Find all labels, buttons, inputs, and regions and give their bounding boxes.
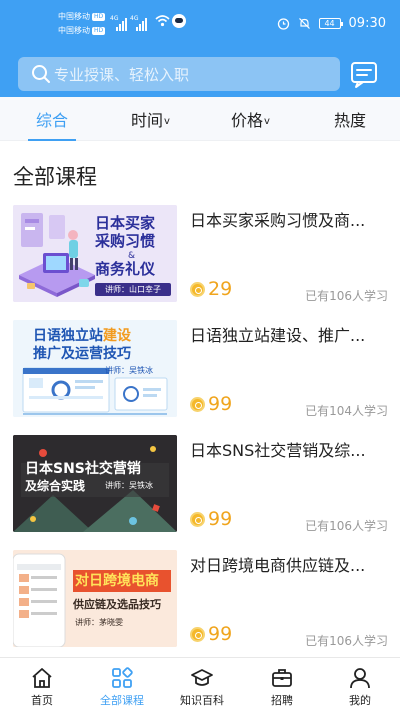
thumb-lecturer: 讲师：山口幸子 bbox=[95, 283, 171, 296]
tab-label: 我的 bbox=[349, 694, 371, 707]
learner-count: 已有104人学习 bbox=[305, 404, 388, 418]
filter-price[interactable]: 价格 v bbox=[231, 97, 270, 141]
search-placeholder: 专业授课、轻松入职 bbox=[54, 65, 190, 84]
course-item[interactable]: 日本SNS社交营销 及综合实践 讲师：吴铁冰 日本SNS社交营销及综... 99… bbox=[0, 435, 400, 547]
course-item[interactable]: 日语独立站建设 推广及运营技巧 讲师：吴铁冰 日语独立站建设、推广... 99 … bbox=[0, 320, 400, 432]
tab-all-courses[interactable]: 全部课程 bbox=[82, 658, 162, 711]
course-item[interactable]: 日本买家 采购习惯 & 商务礼仪 讲师：山口幸子 日本买家采购习惯及商... 2… bbox=[0, 205, 400, 317]
tab-label: 招聘 bbox=[271, 694, 293, 707]
filter-popularity[interactable]: 热度 bbox=[334, 97, 366, 141]
filter-comprehensive[interactable]: 综合 bbox=[36, 97, 68, 141]
graduation-cap-icon bbox=[191, 669, 213, 686]
tab-label: 全部课程 bbox=[100, 694, 144, 707]
thumb-lecturer: 讲师：茅晓雯 bbox=[75, 618, 123, 627]
course-title: 日本买家采购习惯及商... bbox=[190, 211, 366, 230]
learner-count: 已有106人学习 bbox=[305, 519, 388, 533]
course-title: 对日跨境电商供应链及... bbox=[190, 556, 366, 575]
coin-icon bbox=[190, 511, 205, 527]
thumb-text: 采购习惯 bbox=[95, 232, 156, 250]
coin-icon bbox=[190, 281, 205, 297]
search-icon bbox=[32, 65, 50, 83]
status-right: 44 09:30 bbox=[277, 15, 386, 31]
tab-knowledge[interactable]: 知识百科 bbox=[162, 658, 242, 711]
chevron-down-icon: v bbox=[164, 115, 170, 127]
user-icon bbox=[350, 668, 370, 689]
hd-badge: HD bbox=[92, 26, 106, 35]
course-thumbnail: 日本SNS社交营销 及综合实践 讲师：吴铁冰 bbox=[13, 435, 177, 532]
wifi-icon bbox=[155, 15, 170, 27]
header: 中国移动 HD 中国移动 HD 4G 4G 44 09:30 专业授课、轻松入职 bbox=[0, 0, 400, 97]
alarm-icon bbox=[277, 17, 289, 30]
coin-icon bbox=[190, 626, 205, 642]
coin-icon bbox=[190, 396, 205, 412]
thumb-text: 日本买家 bbox=[95, 214, 156, 232]
tab-label: 知识百科 bbox=[180, 694, 224, 707]
tab-jobs[interactable]: 招聘 bbox=[242, 658, 322, 711]
section-title: 全部课程 bbox=[13, 165, 97, 189]
chevron-down-icon: v bbox=[264, 115, 270, 127]
filter-bar: 综合 时间 v 价格 v 热度 bbox=[0, 97, 400, 141]
course-thumbnail: 日语独立站建设 推广及运营技巧 讲师：吴铁冰 bbox=[13, 320, 177, 417]
course-thumbnail: 日本买家 采购习惯 & 商务礼仪 讲师：山口幸子 bbox=[13, 205, 177, 302]
learner-count: 已有106人学习 bbox=[305, 634, 388, 648]
bottom-tab-bar: 首页 全部课程 知识百科 招聘 我的 bbox=[0, 657, 400, 711]
home-icon bbox=[32, 668, 52, 688]
thumb-text: 推广及运营技巧 bbox=[33, 346, 131, 362]
filter-time[interactable]: 时间 v bbox=[131, 97, 170, 141]
search-input[interactable]: 专业授课、轻松入职 bbox=[18, 57, 340, 91]
briefcase-icon bbox=[272, 669, 292, 687]
thumb-text: 商务礼仪 bbox=[95, 260, 156, 278]
tab-home[interactable]: 首页 bbox=[2, 658, 82, 711]
thumb-text: 及综合实践 bbox=[25, 479, 86, 493]
course-price: 99 bbox=[190, 393, 232, 415]
course-price: 99 bbox=[190, 623, 232, 645]
thumb-text: 对日跨境电商 bbox=[75, 573, 159, 589]
course-price: 99 bbox=[190, 508, 232, 530]
message-icon[interactable] bbox=[349, 59, 379, 89]
clock: 09:30 bbox=[348, 15, 386, 31]
course-thumbnail: 对日跨境电商 供应链及选品技巧 讲师：茅晓雯 bbox=[13, 550, 177, 647]
thumb-lecturer: 讲师：吴铁冰 bbox=[105, 366, 153, 375]
carrier-label: 中国移动 HD bbox=[58, 12, 106, 21]
carrier-label: 中国移动 HD bbox=[58, 26, 106, 35]
status-bar: 中国移动 HD 中国移动 HD 4G 4G 44 09:30 bbox=[58, 12, 386, 35]
tab-label: 首页 bbox=[31, 694, 53, 707]
course-title: 日语独立站建设、推广... bbox=[190, 326, 366, 345]
mute-bell-icon bbox=[298, 17, 310, 29]
course-price: 29 bbox=[190, 278, 232, 300]
active-filter-indicator bbox=[28, 139, 76, 141]
thumb-text: 供应链及选品技巧 bbox=[73, 598, 161, 611]
learner-count: 已有106人学习 bbox=[305, 289, 388, 303]
thumb-lecturer: 讲师：吴铁冰 bbox=[105, 481, 153, 490]
thumb-text: 日本SNS社交营销 bbox=[25, 461, 141, 477]
course-title: 日本SNS社交营销及综... bbox=[190, 441, 366, 460]
grid-icon bbox=[112, 667, 133, 688]
battery-icon: 44 bbox=[318, 17, 343, 29]
tab-profile[interactable]: 我的 bbox=[320, 658, 400, 711]
thumb-text: 日语独立站建设 bbox=[33, 328, 131, 344]
app-notification-icon bbox=[172, 14, 186, 28]
course-item[interactable]: 对日跨境电商 供应链及选品技巧 讲师：茅晓雯 对日跨境电商供应链及... 99 … bbox=[0, 550, 400, 662]
hd-badge: HD bbox=[92, 12, 106, 21]
